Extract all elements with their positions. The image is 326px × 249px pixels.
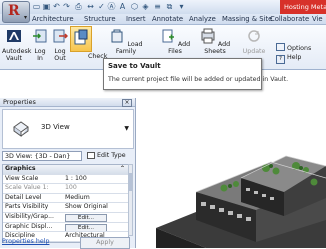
collapse-icon: ⌃ (119, 165, 125, 172)
tab-insert[interactable]: Insert (126, 15, 146, 23)
save-to-vault-icon (74, 29, 88, 45)
dimension-icon[interactable]: ✓ (97, 2, 106, 11)
row-value[interactable]: Show Original (65, 203, 108, 212)
graphic-display-edit-button[interactable]: Edit... (65, 223, 107, 232)
properties-title: Properties (3, 98, 36, 106)
properties-palette: Properties × 3D View ▼ 3D View: {3D - Da… (0, 98, 136, 249)
3d-view-canvas[interactable] (136, 70, 326, 248)
table-row: Parts Visibility Show Original (3, 203, 128, 213)
ribbon-tabs: Architecture Structure Insert Annotate A… (0, 14, 326, 25)
help-label: Help (287, 54, 302, 61)
open-icon[interactable]: ▭ (32, 2, 41, 11)
update-icon (248, 30, 260, 42)
row-value[interactable]: Medium (65, 194, 90, 203)
tab-massing-site[interactable]: Massing & Site (222, 15, 272, 23)
tag-icon[interactable]: Ⓐ (107, 2, 116, 11)
save-icon[interactable]: ▣ (42, 2, 51, 11)
type-selector[interactable]: 3D View ▼ (2, 109, 134, 149)
building-model (156, 155, 326, 248)
help-button[interactable]: ? Help (276, 54, 301, 64)
load-family-button[interactable]: Load Family (106, 28, 146, 55)
log-in-label: Log In (34, 48, 46, 62)
print-icon[interactable]: ⎙ (74, 2, 83, 11)
hosting-title: Hosting Meta (280, 0, 326, 14)
tab-view[interactable]: Vie (312, 15, 323, 23)
table-row: Visibility/Grap... Edit... (3, 213, 128, 223)
update-button[interactable]: Update (240, 28, 268, 55)
tab-structure[interactable]: Structure (84, 15, 116, 23)
properties-title-bar: Properties × (0, 98, 135, 107)
help-icon: ? (276, 55, 285, 64)
chevron-down-icon: ▼ (124, 125, 129, 132)
save-to-vault-button[interactable] (70, 26, 92, 52)
text-icon[interactable]: A (118, 2, 127, 11)
instance-selector-value: 3D View: {3D - Dan} (5, 153, 71, 160)
tooltip-title: Save to Vault (108, 62, 161, 70)
row-key: Scale Value 1: (5, 184, 49, 192)
scrollbar-thumb[interactable] (129, 173, 132, 191)
update-label: Update (242, 48, 266, 55)
add-sheets-icon (201, 28, 215, 44)
tab-annotate[interactable]: Annotate (152, 15, 183, 23)
load-family-icon (111, 29, 123, 43)
table-row: Scale Value 1: 100 (3, 184, 128, 194)
properties-grid: Graphics ⌃ View Scale 1 : 100 Scale Valu… (2, 164, 129, 243)
log-out-label: Log Out (54, 48, 66, 62)
edit-type-button[interactable]: Edit Type (86, 150, 132, 161)
options-button[interactable]: Options (276, 43, 311, 52)
row-key: Graphic Displ... (5, 222, 53, 230)
table-row: View Scale 1 : 100 (3, 175, 128, 185)
log-out-icon (53, 29, 69, 43)
log-in-icon (33, 29, 47, 43)
edit-type-label: Edit Type (97, 152, 126, 159)
row-value[interactable]: 1 : 100 (65, 175, 87, 184)
table-row: Graphic Displ... Edit... (3, 223, 128, 233)
quick-access-toolbar: ▭ ▣ ↶ ↷ ⎙ ↔ ✓ Ⓐ A ⬡ ◈ ≡ ⧉ ▾ (0, 0, 326, 15)
tab-architecture[interactable]: Architecture (32, 15, 74, 23)
instance-selector[interactable]: 3D View: {3D - Dan} (2, 151, 82, 161)
add-sheets-button[interactable]: Add Sheets (196, 28, 234, 55)
3d-view-icon[interactable]: ⬡ (130, 2, 139, 11)
autodesk-vault-label: Autodesk Vault (2, 48, 32, 62)
tooltip-description: The current project file will be added o… (108, 76, 289, 83)
close-icon[interactable]: × (122, 99, 132, 107)
group-header-label: Graphics (5, 165, 36, 172)
close-views-icon[interactable]: ⧉ (165, 2, 174, 11)
row-key: View Scale (5, 174, 39, 182)
properties-scrollbar[interactable] (128, 164, 133, 236)
graphics-group-header[interactable]: Graphics ⌃ (3, 165, 128, 175)
log-out-button[interactable]: Log Out (52, 28, 69, 62)
add-files-button[interactable]: Add Files (158, 28, 192, 55)
row-value: 100 (65, 184, 77, 192)
options-label: Options (287, 45, 312, 52)
thin-lines-icon[interactable]: ≡ (153, 2, 162, 11)
application-menu-button[interactable]: R ▾ (2, 1, 30, 23)
section-icon[interactable]: ◈ (141, 2, 150, 11)
measure-icon[interactable]: ↔ (86, 2, 95, 11)
tab-collaborate[interactable]: Collaborate (270, 15, 309, 23)
row-key: Parts Visibility (5, 203, 49, 211)
autodesk-vault-button[interactable]: Autodesk Vault (2, 28, 31, 62)
properties-help-link[interactable]: Properties help (2, 238, 49, 245)
autodesk-vault-icon (7, 30, 21, 42)
table-row: Detail Level Medium (3, 194, 128, 204)
row-key: Detail Level (5, 193, 42, 201)
switch-windows-icon[interactable]: ▾ (177, 2, 186, 11)
apply-button[interactable]: Apply (80, 237, 130, 249)
options-icon (276, 43, 285, 51)
tab-analyze[interactable]: Analyze (189, 15, 216, 23)
visibility-graphics-edit-button[interactable]: Edit... (65, 213, 107, 222)
save-to-vault-tooltip: Save to Vault The current project file w… (103, 58, 288, 90)
undo-icon[interactable]: ↶ (52, 2, 61, 11)
redo-icon[interactable]: ↷ (62, 2, 71, 11)
3d-view-camera-icon (13, 121, 29, 137)
log-in-button[interactable]: Log In (32, 28, 48, 62)
type-name: 3D View (41, 123, 70, 131)
row-key: Visibility/Grap... (5, 212, 54, 220)
add-files-icon (162, 29, 174, 43)
edit-type-icon (87, 152, 95, 159)
